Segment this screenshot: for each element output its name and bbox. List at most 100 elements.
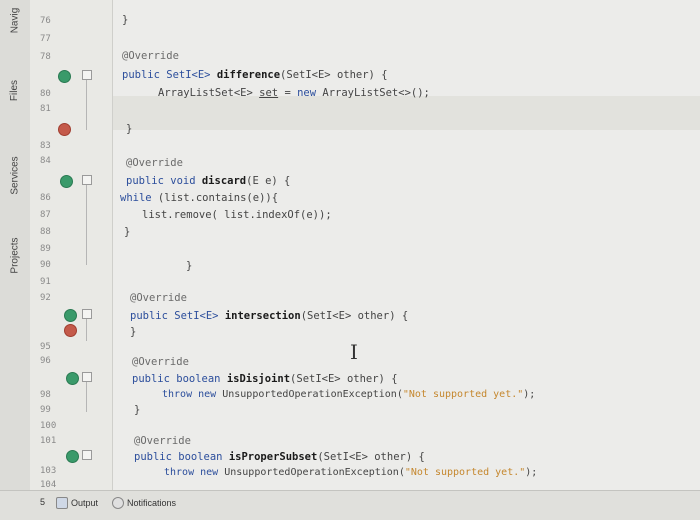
code-token: public SetI<E> xyxy=(130,310,225,322)
code-token: (SetI<E> other) { xyxy=(317,451,425,463)
side-tab-files-label: Files xyxy=(9,79,21,101)
code-line: list.remove( list.indexOf(e)); xyxy=(142,209,332,221)
line-number: 98 xyxy=(40,390,51,400)
current-line-highlight xyxy=(113,96,700,130)
line-number: 86 xyxy=(40,193,51,203)
code-token: (SetI<E> other) { xyxy=(300,310,409,322)
line-number: 91 xyxy=(40,277,51,287)
side-tab-navigator-label: Navig xyxy=(9,7,21,33)
code-line: ArrayListSet<E> set = new ArrayListSet<>… xyxy=(158,87,430,99)
fold-guide xyxy=(86,80,87,130)
override-marker-icon[interactable] xyxy=(58,70,71,83)
line-number: 100 xyxy=(40,421,57,431)
error-marker-icon[interactable] xyxy=(58,123,71,136)
line-number: 95 xyxy=(40,342,51,352)
code-line: } xyxy=(126,123,133,135)
override-marker-icon[interactable] xyxy=(66,450,79,463)
line-number: 96 xyxy=(40,356,51,366)
line-number: 88 xyxy=(40,227,51,237)
fold-toggle-icon[interactable] xyxy=(82,450,92,460)
code-token: new xyxy=(297,87,317,99)
override-marker-icon[interactable] xyxy=(66,372,79,385)
fold-toggle-icon[interactable] xyxy=(82,70,92,80)
method-name: discard xyxy=(201,175,247,187)
line-number: 101 xyxy=(40,436,57,446)
string-literal: "Not supported yet." xyxy=(404,467,526,478)
fold-guide xyxy=(86,382,87,412)
line-number: 104 xyxy=(40,480,57,490)
fold-guide xyxy=(86,185,87,265)
code-line: } xyxy=(124,226,131,238)
code-line: throw new UnsupportedOperationException(… xyxy=(164,467,537,478)
output-icon xyxy=(56,497,68,509)
code-line: @Override xyxy=(134,435,191,447)
line-number: 90 xyxy=(40,260,51,270)
line-number: 99 xyxy=(40,405,51,415)
code-line: throw new UnsupportedOperationException(… xyxy=(162,389,535,400)
code-token: UnsupportedOperationException( xyxy=(222,389,403,400)
notifications-tab-label: Notifications xyxy=(127,498,177,508)
error-marker-icon[interactable] xyxy=(64,324,77,337)
code-token: public void xyxy=(126,175,202,187)
line-number: 76 xyxy=(40,16,51,26)
override-marker-icon[interactable] xyxy=(60,175,73,188)
line-number: 89 xyxy=(40,244,51,254)
side-tab-services[interactable]: Services xyxy=(0,140,30,210)
side-tab-projects-label: Projects xyxy=(9,236,21,274)
code-token: (list.contains(e)){ xyxy=(151,192,279,204)
code-line: public boolean isDisjoint(SetI<E> other)… xyxy=(132,373,398,385)
mouse-ibeam-cursor: I xyxy=(350,340,358,364)
line-number: 87 xyxy=(40,210,51,220)
code-line: } xyxy=(134,404,141,416)
fold-toggle-icon[interactable] xyxy=(82,309,92,319)
code-token: (SetI<E> other) { xyxy=(290,373,398,385)
override-marker-icon[interactable] xyxy=(64,309,77,322)
code-line: public boolean isProperSubset(SetI<E> ot… xyxy=(134,451,425,463)
code-token: UnsupportedOperationException( xyxy=(224,467,405,478)
method-name: intersection xyxy=(224,310,301,322)
method-name: difference xyxy=(216,69,281,81)
code-line: @Override xyxy=(132,356,189,368)
fold-guide xyxy=(86,319,87,341)
line-number: 103 xyxy=(40,466,57,476)
code-line: public SetI<E> difference(SetI<E> other)… xyxy=(122,69,388,81)
code-line: public void discard(E e) { xyxy=(126,175,290,187)
line-number: 92 xyxy=(40,293,51,303)
code-token: throw new xyxy=(162,389,223,400)
code-token: (SetI<E> other) { xyxy=(280,69,388,81)
code-token: public boolean xyxy=(134,451,229,463)
code-line: } xyxy=(130,326,137,338)
code-token: public SetI<E> xyxy=(122,69,217,81)
output-tab-label: Output xyxy=(71,498,99,508)
code-line: while (list.contains(e)){ xyxy=(120,192,278,204)
method-name: isDisjoint xyxy=(226,373,291,385)
bottom-panel-bar xyxy=(0,490,700,520)
output-tab[interactable]: Output xyxy=(56,497,98,509)
code-line: } xyxy=(186,260,193,272)
side-tab-services-label: Services xyxy=(9,155,21,195)
line-number: 81 xyxy=(40,104,51,114)
code-token: while xyxy=(120,192,152,204)
fold-toggle-icon[interactable] xyxy=(82,175,92,185)
code-token: ); xyxy=(523,389,536,400)
fold-toggle-icon[interactable] xyxy=(82,372,92,382)
code-token: (E e) { xyxy=(246,175,291,187)
line-number: 83 xyxy=(40,141,51,151)
method-name: isProperSubset xyxy=(228,451,318,463)
side-tab-projects[interactable]: Projects xyxy=(0,220,30,290)
code-line: @Override xyxy=(130,292,187,304)
bottom-left-counter: 5 xyxy=(40,497,46,507)
line-number: 77 xyxy=(40,34,51,44)
line-number: 84 xyxy=(40,156,51,166)
code-token: throw new xyxy=(164,467,225,478)
notifications-icon xyxy=(112,497,124,509)
code-token: set xyxy=(259,87,279,99)
code-line: @Override xyxy=(122,50,179,62)
line-number: 80 xyxy=(40,89,51,99)
notifications-tab[interactable]: Notifications xyxy=(112,497,176,509)
code-line: public SetI<E> intersection(SetI<E> othe… xyxy=(130,310,408,322)
side-tab-files[interactable]: Files xyxy=(0,65,30,115)
gutter-divider xyxy=(112,0,113,490)
line-number: 78 xyxy=(40,52,51,62)
side-tab-navigator[interactable]: Navig xyxy=(0,0,30,40)
